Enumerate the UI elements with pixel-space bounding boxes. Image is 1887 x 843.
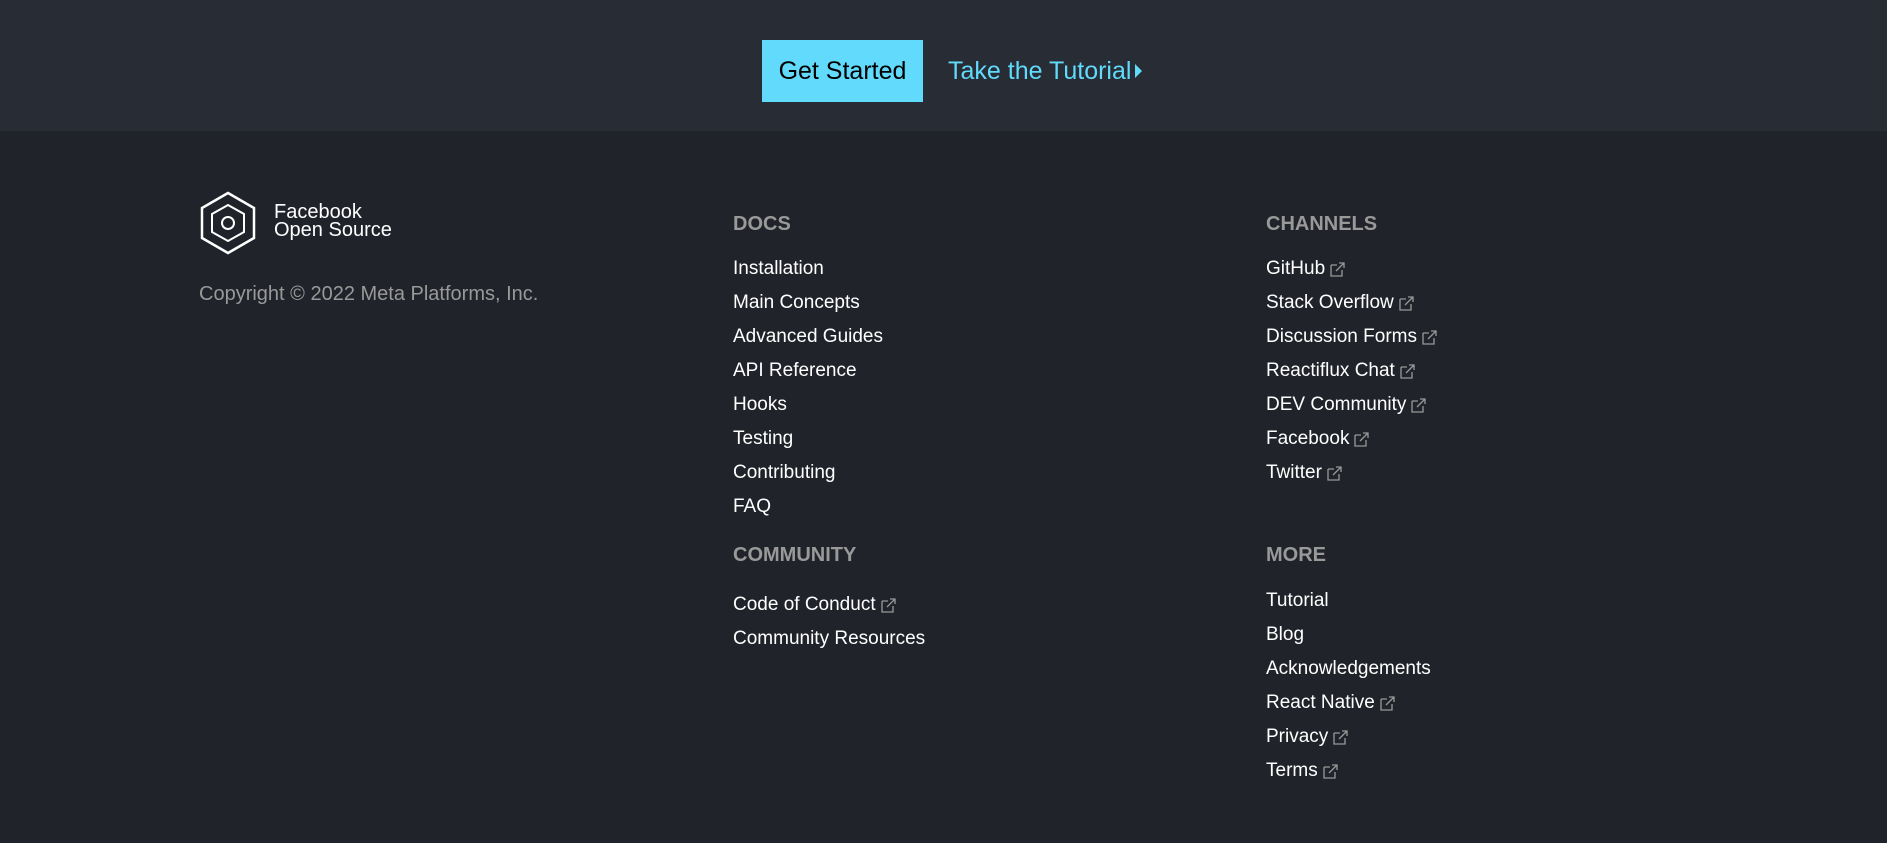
community-item-label: Community Resources xyxy=(733,628,926,649)
docs-item-advanced-guides[interactable]: Advanced Guides xyxy=(733,320,883,354)
channels-item-github[interactable]: GitHub xyxy=(1266,252,1437,286)
docs-item-api-reference[interactable]: API Reference xyxy=(733,354,883,388)
channels-heading: CHANNELS xyxy=(1266,213,1378,235)
channels-item-twitter[interactable]: Twitter xyxy=(1266,456,1437,490)
channels-list: GitHub Stack Overflow Discussion Forms Reac… xyxy=(1266,252,1437,490)
more-item-acknowledgements[interactable]: Acknowledgements xyxy=(1266,652,1431,686)
more-item-tutorial[interactable]: Tutorial xyxy=(1266,584,1431,618)
more-item-privacy[interactable]: Privacy xyxy=(1266,720,1431,754)
community-item-code-of-conduct[interactable]: Code of Conduct xyxy=(733,588,925,622)
triangle-right-icon xyxy=(1135,64,1143,78)
channels-item-dev-community[interactable]: DEV Community xyxy=(1266,388,1437,422)
take-tutorial-label: Take the Tutorial xyxy=(948,56,1132,85)
more-item-terms[interactable]: Terms xyxy=(1266,754,1431,788)
docs-item-label: Installation xyxy=(733,258,824,279)
docs-item-testing[interactable]: Testing xyxy=(733,422,883,456)
external-link-icon xyxy=(880,597,896,613)
community-item-label: Code of Conduct xyxy=(733,594,876,615)
channels-item-discussion-forms[interactable]: Discussion Forms xyxy=(1266,320,1437,354)
facebook-open-source-logo xyxy=(200,191,256,255)
docs-item-faq[interactable]: FAQ xyxy=(733,490,883,524)
channels-item-label: GitHub xyxy=(1266,258,1326,279)
docs-item-hooks[interactable]: Hooks xyxy=(733,388,883,422)
docs-item-label: API Reference xyxy=(733,360,857,381)
docs-item-label: Contributing xyxy=(733,462,836,483)
more-item-label: React Native xyxy=(1266,692,1375,713)
channels-item-label: Reactiflux Chat xyxy=(1266,360,1395,381)
docs-item-label: Main Concepts xyxy=(733,292,860,313)
docs-item-label: Hooks xyxy=(733,394,787,415)
docs-list: Installation Main Concepts Advanced Guides… xyxy=(733,252,883,524)
channels-item-stack-overflow[interactable]: Stack Overflow xyxy=(1266,286,1437,320)
take-tutorial-link[interactable]: Take the Tutorial xyxy=(948,40,1143,102)
more-item-label: Blog xyxy=(1266,624,1305,645)
channels-item-facebook[interactable]: Facebook xyxy=(1266,422,1437,456)
more-item-label: Tutorial xyxy=(1266,590,1329,611)
channels-item-label: Facebook xyxy=(1266,428,1350,449)
external-link-icon xyxy=(1333,729,1348,745)
more-item-blog[interactable]: Blog xyxy=(1266,618,1431,652)
brand-text: Facebook Open Source xyxy=(274,202,392,241)
channels-item-reactiflux-chat[interactable]: Reactiflux Chat xyxy=(1266,354,1437,388)
more-item-label: Privacy xyxy=(1266,726,1329,747)
external-link-icon xyxy=(1354,431,1370,447)
more-item-label: Acknowledgements xyxy=(1266,658,1431,679)
cta-band: Get Started Take the Tutorial xyxy=(0,0,1887,131)
channels-item-label: Discussion Forms xyxy=(1266,326,1417,347)
channels-item-label: Stack Overflow xyxy=(1266,292,1394,313)
docs-item-label: Testing xyxy=(733,428,794,449)
community-item-community-resources[interactable]: Community Resources xyxy=(733,622,925,656)
docs-item-label: FAQ xyxy=(733,496,772,517)
community-heading: COMMUNITY xyxy=(733,544,857,566)
external-link-icon xyxy=(1411,397,1427,413)
external-link-icon xyxy=(1330,261,1345,277)
more-heading: MORE xyxy=(1266,544,1326,566)
docs-item-installation[interactable]: Installation xyxy=(733,252,883,286)
external-link-icon xyxy=(1380,695,1395,711)
docs-item-contributing[interactable]: Contributing xyxy=(733,456,883,490)
docs-item-main-concepts[interactable]: Main Concepts xyxy=(733,286,883,320)
copyright: Copyright © 2022 Meta Platforms, Inc. xyxy=(199,283,539,305)
external-link-icon xyxy=(1400,363,1415,379)
community-list: Code of Conduct Community Resources xyxy=(733,588,925,656)
channels-item-label: DEV Community xyxy=(1266,394,1407,415)
docs-heading: DOCS xyxy=(733,213,791,235)
brand-line2: Open Source xyxy=(274,219,392,241)
external-link-icon xyxy=(1327,465,1342,481)
get-started-button[interactable]: Get Started xyxy=(762,40,923,102)
channels-item-label: Twitter xyxy=(1266,462,1322,483)
external-link-icon xyxy=(1323,763,1338,779)
docs-item-label: Advanced Guides xyxy=(733,326,883,347)
more-list: Tutorial Blog Acknowledgements React Native… xyxy=(1266,584,1431,788)
footer: Facebook Open Source Copyright © 2022 Me… xyxy=(0,131,1887,843)
more-item-label: Terms xyxy=(1266,760,1318,781)
more-item-react-native[interactable]: React Native xyxy=(1266,686,1431,720)
external-link-icon xyxy=(1422,329,1437,345)
external-link-icon xyxy=(1399,295,1414,311)
